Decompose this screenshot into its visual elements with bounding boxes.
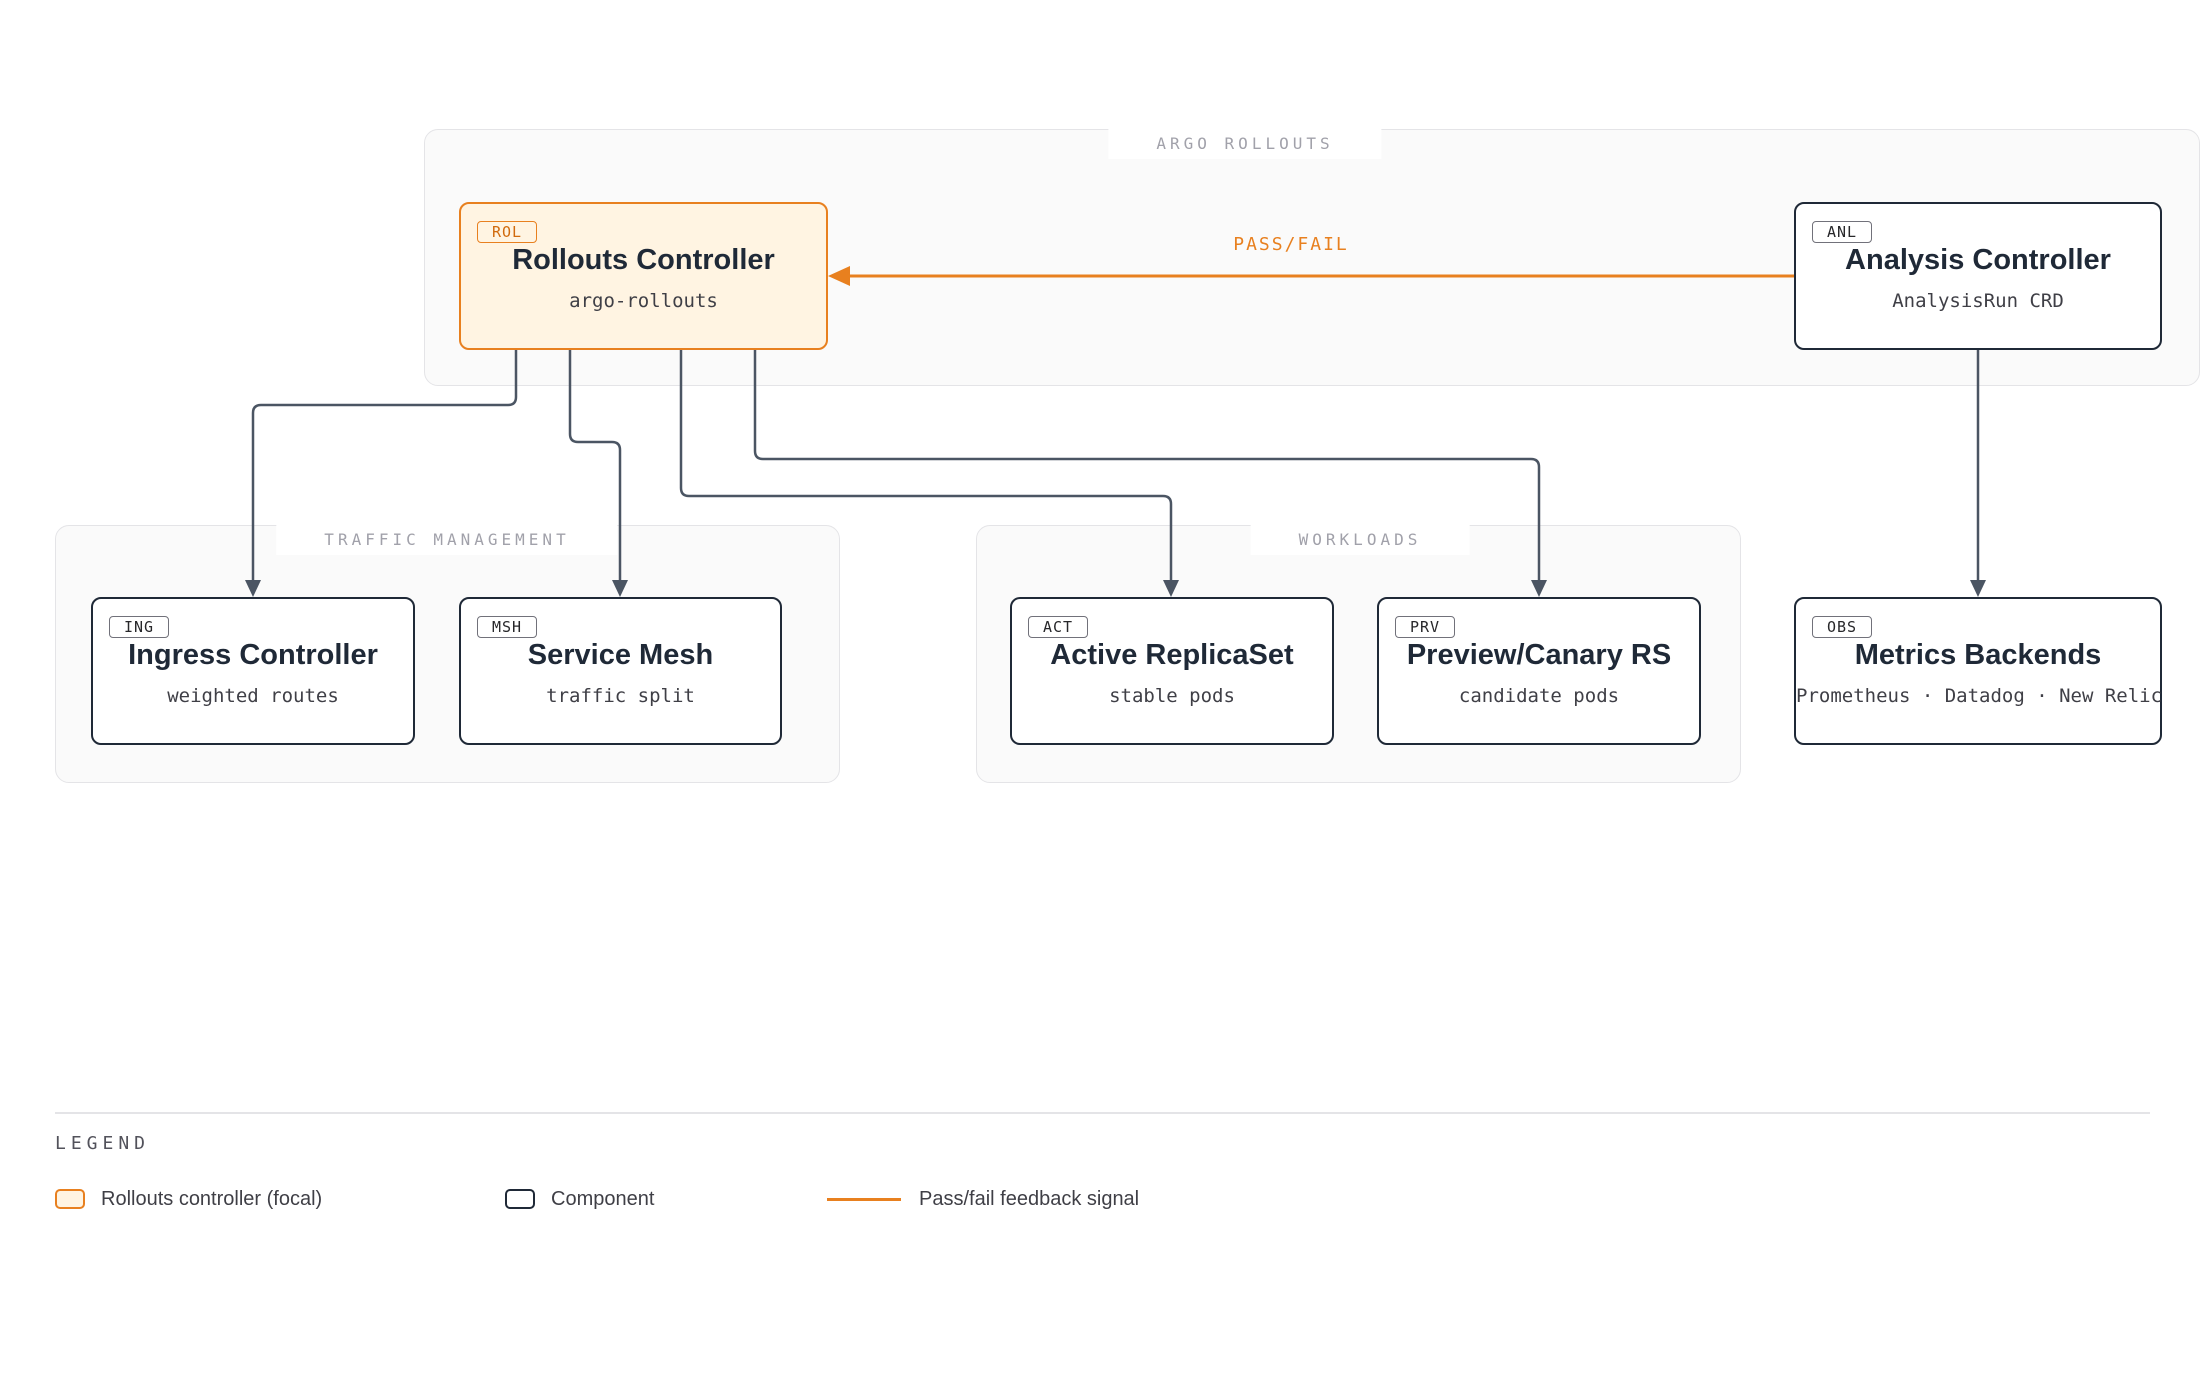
node-subtitle-prv: candidate pods xyxy=(1458,685,1620,707)
node-active-replicaset[interactable]: ACT Active ReplicaSet stable pods xyxy=(1010,597,1334,745)
node-title-act: Active ReplicaSet xyxy=(1050,639,1294,671)
node-tag-ing: ING xyxy=(109,616,170,638)
edge-rol-to-ing xyxy=(251,350,518,582)
arrowhead-rol-feedback xyxy=(828,266,850,286)
architecture-diagram: ARGO ROLLOUTS TRAFFIC MANAGEMENT WORKLOA… xyxy=(0,0,2200,1376)
legend-item-component: Component xyxy=(505,1184,654,1214)
node-subtitle-rol: argo-rollouts xyxy=(569,290,718,312)
arrowhead-act xyxy=(1163,580,1179,597)
node-metrics-backends[interactable]: OBS Metrics Backends Prometheus · Datado… xyxy=(1794,597,2162,745)
arrowhead-ing xyxy=(245,580,261,597)
node-analysis-controller[interactable]: ANL Analysis Controller AnalysisRun CRD xyxy=(1794,202,2162,350)
node-rollouts-controller[interactable]: ROL Rollouts Controller argo-rollouts xyxy=(459,202,828,350)
legend-item-focal: Rollouts controller (focal) xyxy=(55,1184,322,1214)
node-title-msh: Service Mesh xyxy=(527,639,714,671)
legend-swatch-focal xyxy=(55,1189,85,1209)
edge-rol-to-msh xyxy=(568,350,622,582)
node-ingress-controller[interactable]: ING Ingress Controller weighted routes xyxy=(91,597,415,745)
edge-label-pass-fail: PASS/FAIL xyxy=(1233,234,1349,255)
node-tag-obs: OBS xyxy=(1812,616,1873,638)
edge-rol-to-prv xyxy=(753,350,1541,582)
node-title-prv: Preview/Canary RS xyxy=(1406,639,1672,671)
arrowhead-msh xyxy=(612,580,628,597)
node-tag-msh: MSH xyxy=(477,616,538,638)
arrowhead-prv xyxy=(1531,580,1547,597)
node-subtitle-obs: Prometheus · Datadog · New Relic xyxy=(1796,685,2163,707)
legend-label-feedback: Pass/fail feedback signal xyxy=(919,1187,1140,1210)
legend-swatch-feedback xyxy=(827,1197,901,1201)
node-tag-prv: PRV xyxy=(1395,616,1456,638)
node-title-ing: Ingress Controller xyxy=(128,639,378,671)
node-subtitle-msh: traffic split xyxy=(546,685,695,707)
legend-item-feedback: Pass/fail feedback signal xyxy=(827,1184,1139,1214)
node-subtitle-ing: weighted routes xyxy=(167,685,339,707)
node-subtitle-anl: AnalysisRun CRD xyxy=(1892,290,2064,312)
arrowhead-obs xyxy=(1970,580,1986,597)
legend-divider xyxy=(55,1112,2150,1114)
node-tag-anl: ANL xyxy=(1812,221,1873,243)
node-tag-rol: ROL xyxy=(477,221,538,243)
legend-label-component: Component xyxy=(551,1187,655,1210)
node-service-mesh[interactable]: MSH Service Mesh traffic split xyxy=(459,597,782,745)
node-title-anl: Analysis Controller xyxy=(1845,244,2111,276)
node-title-rol: Rollouts Controller xyxy=(512,244,775,276)
legend-swatch-component xyxy=(505,1189,535,1209)
node-preview-canary-rs[interactable]: PRV Preview/Canary RS candidate pods xyxy=(1377,597,1701,745)
node-tag-act: ACT xyxy=(1028,616,1089,638)
legend-label-focal: Rollouts controller (focal) xyxy=(101,1187,323,1210)
legend-title: LEGEND xyxy=(55,1133,151,1154)
node-subtitle-act: stable pods xyxy=(1109,685,1235,707)
node-title-obs: Metrics Backends xyxy=(1854,639,2102,671)
